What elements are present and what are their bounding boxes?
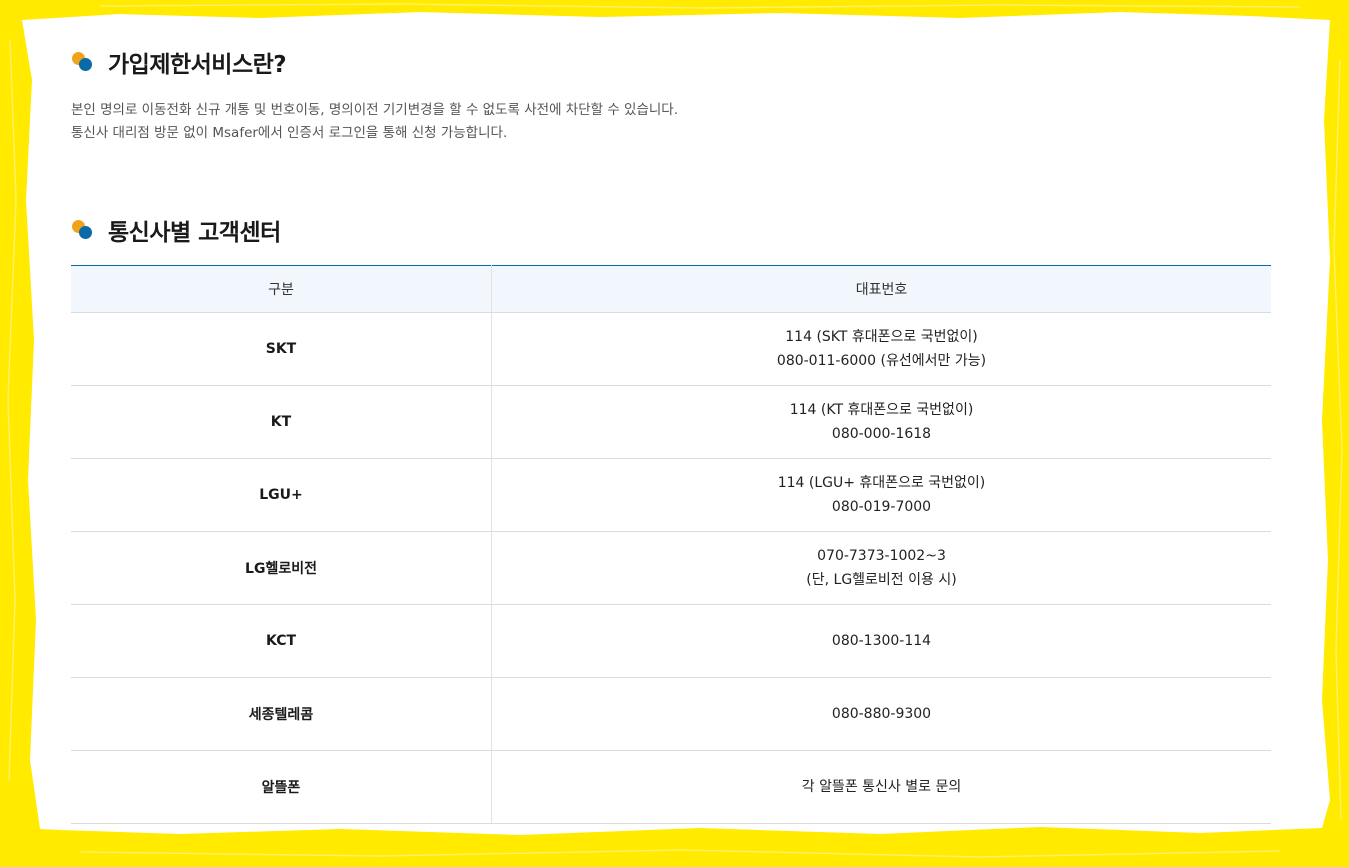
carrier-name: KCT — [71, 604, 492, 678]
header-category: 구분 — [71, 265, 492, 313]
carrier-numbers: 각 알뜰폰 통신사 별로 문의 — [491, 750, 1271, 824]
table-row: 알뜰폰 각 알뜰폰 통신사 별로 문의 — [71, 750, 1271, 824]
table-header-row: 구분 대표번호 — [71, 265, 1271, 313]
carrier-name: 알뜰폰 — [71, 750, 492, 824]
bullet-dots-icon — [72, 51, 94, 73]
phone-line: 114 (KT 휴대폰으로 국번없이) — [789, 402, 974, 418]
intro-line-2: 통신사 대리점 방문 없이 Msafer에서 인증서 로그인을 통해 신청 가능… — [71, 125, 508, 141]
carrier-numbers: 080-880-9300 — [491, 677, 1271, 751]
table-row: SKT 114 (SKT 휴대폰으로 국번없이) 080-011-6000 (유… — [71, 312, 1271, 386]
phone-line: (단, LG헬로비전 이용 시) — [806, 572, 957, 588]
phone-line: 114 (LGU+ 휴대폰으로 국번없이) — [777, 475, 986, 491]
phone-line: 080-019-7000 — [831, 499, 932, 515]
phone-line: 080-011-6000 (유선에서만 가능) — [776, 353, 987, 369]
carrier-name: LG헬로비전 — [71, 531, 492, 605]
table-row: KCT 080-1300-114 — [71, 604, 1271, 678]
table-row: LG헬로비전 070-7373-1002~3 (단, LG헬로비전 이용 시) — [71, 531, 1271, 605]
phone-line: 080-1300-114 — [831, 633, 932, 649]
phone-line: 080-000-1618 — [831, 426, 932, 442]
carrier-numbers: 070-7373-1002~3 (단, LG헬로비전 이용 시) — [491, 531, 1271, 605]
intro-title: 가입제한서비스란? — [108, 52, 287, 78]
carrier-numbers: 114 (KT 휴대폰으로 국번없이) 080-000-1618 — [491, 385, 1271, 459]
header-phone: 대표번호 — [491, 265, 1271, 313]
table-row: KT 114 (KT 휴대폰으로 국번없이) 080-000-1618 — [71, 385, 1271, 459]
carrier-numbers: 114 (LGU+ 휴대폰으로 국번없이) 080-019-7000 — [491, 458, 1271, 532]
phone-line: 070-7373-1002~3 — [817, 548, 946, 564]
intro-line-1: 본인 명의로 이동전화 신규 개통 및 번호이동, 명의이전 기기변경을 할 수… — [71, 102, 679, 118]
carrier-center-table: 구분 대표번호 SKT 114 (SKT 휴대폰으로 국번없이) 080-011… — [71, 265, 1271, 824]
phone-line: 114 (SKT 휴대폰으로 국번없이) — [785, 329, 978, 345]
table-row: LGU+ 114 (LGU+ 휴대폰으로 국번없이) 080-019-7000 — [71, 458, 1271, 532]
centers-section-heading: 통신사별 고객센터 — [72, 213, 281, 247]
centers-title: 통신사별 고객센터 — [108, 220, 281, 246]
carrier-name: SKT — [71, 312, 492, 386]
carrier-name: LGU+ — [71, 458, 492, 532]
intro-section-heading: 가입제한서비스란? — [72, 45, 287, 79]
carrier-name: 세종텔레콤 — [71, 677, 492, 751]
carrier-numbers: 114 (SKT 휴대폰으로 국번없이) 080-011-6000 (유선에서만… — [491, 312, 1271, 386]
intro-description: 본인 명의로 이동전화 신규 개통 및 번호이동, 명의이전 기기변경을 할 수… — [71, 99, 678, 145]
phone-line: 각 알뜰폰 통신사 별로 문의 — [801, 779, 962, 795]
carrier-name: KT — [71, 385, 492, 459]
table-row: 세종텔레콤 080-880-9300 — [71, 677, 1271, 751]
phone-line: 080-880-9300 — [831, 706, 932, 722]
bullet-dots-icon — [72, 219, 94, 241]
carrier-numbers: 080-1300-114 — [491, 604, 1271, 678]
